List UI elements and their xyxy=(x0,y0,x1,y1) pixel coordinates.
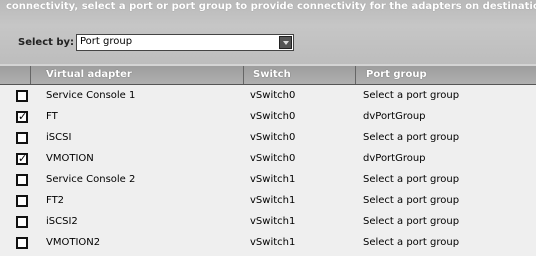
adapter-table: Virtual adapter Switch Port group Servic… xyxy=(0,66,536,256)
checkbox-checked[interactable]: ✓ xyxy=(16,111,28,123)
port-group-cell[interactable]: dvPortGroup xyxy=(363,153,426,164)
instruction-text: connectivity, select a port or port grou… xyxy=(6,1,536,12)
port-group-cell[interactable]: Select a port group xyxy=(363,132,459,143)
checkbox-checked[interactable]: ✓ xyxy=(16,153,28,165)
adapter-name: VMOTION xyxy=(46,153,94,164)
table-row[interactable]: ✓ FT vSwitch0 dvPortGroup xyxy=(0,107,536,127)
table-row[interactable]: iSCSI vSwitch0 Select a port group xyxy=(0,128,536,148)
checkbox[interactable] xyxy=(16,237,28,249)
checkbox[interactable] xyxy=(16,216,28,228)
adapter-name: iSCSI xyxy=(46,132,72,143)
select-by-label: Select by: xyxy=(18,37,75,48)
switch-name: vSwitch0 xyxy=(250,90,296,101)
switch-name: vSwitch1 xyxy=(250,195,296,206)
chevron-down-icon[interactable] xyxy=(279,36,292,49)
table-header: Virtual adapter Switch Port group xyxy=(0,66,536,85)
port-group-cell[interactable]: Select a port group xyxy=(363,195,459,206)
table-row[interactable]: ✓ VMOTION vSwitch0 dvPortGroup xyxy=(0,149,536,169)
switch-name: vSwitch0 xyxy=(250,153,296,164)
column-separator[interactable] xyxy=(30,66,31,84)
switch-name: vSwitch1 xyxy=(250,174,296,185)
table-row[interactable]: Service Console 2 vSwitch1 Select a port g… xyxy=(0,170,536,190)
table-row[interactable]: iSCSI2 vSwitch1 Select a port group xyxy=(0,212,536,232)
select-by-dropdown[interactable]: Port group xyxy=(76,34,294,51)
switch-name: vSwitch1 xyxy=(250,216,296,227)
table-row[interactable]: VMOTION2 vSwitch1 Select a port group xyxy=(0,233,536,253)
column-header-switch[interactable]: Switch xyxy=(253,69,291,80)
adapter-name: Service Console 2 xyxy=(46,174,136,185)
port-group-cell[interactable]: Select a port group xyxy=(363,174,459,185)
column-header-port-group[interactable]: Port group xyxy=(366,69,427,80)
adapter-name: FT xyxy=(46,111,58,122)
adapter-name: Service Console 1 xyxy=(46,90,136,101)
column-header-adapter[interactable]: Virtual adapter xyxy=(46,69,132,80)
checkbox[interactable] xyxy=(16,90,28,102)
select-by-value: Port group xyxy=(80,36,133,47)
checkbox[interactable] xyxy=(16,195,28,207)
checkbox[interactable] xyxy=(16,132,28,144)
column-separator[interactable] xyxy=(243,66,244,84)
port-group-cell[interactable]: Select a port group xyxy=(363,216,459,227)
switch-name: vSwitch1 xyxy=(250,237,296,248)
header-panel: connectivity, select a port or port grou… xyxy=(0,0,536,64)
adapter-name: iSCSI2 xyxy=(46,216,78,227)
checkbox[interactable] xyxy=(16,174,28,186)
adapter-name: VMOTION2 xyxy=(46,237,101,248)
port-group-cell[interactable]: Select a port group xyxy=(363,237,459,248)
port-group-cell[interactable]: Select a port group xyxy=(363,90,459,101)
column-separator[interactable] xyxy=(355,66,356,84)
switch-name: vSwitch0 xyxy=(250,132,296,143)
table-row[interactable]: FT2 vSwitch1 Select a port group xyxy=(0,191,536,211)
port-group-cell[interactable]: dvPortGroup xyxy=(363,111,426,122)
switch-name: vSwitch0 xyxy=(250,111,296,122)
table-row[interactable]: Service Console 1 vSwitch0 Select a port g… xyxy=(0,86,536,106)
adapter-name: FT2 xyxy=(46,195,65,206)
